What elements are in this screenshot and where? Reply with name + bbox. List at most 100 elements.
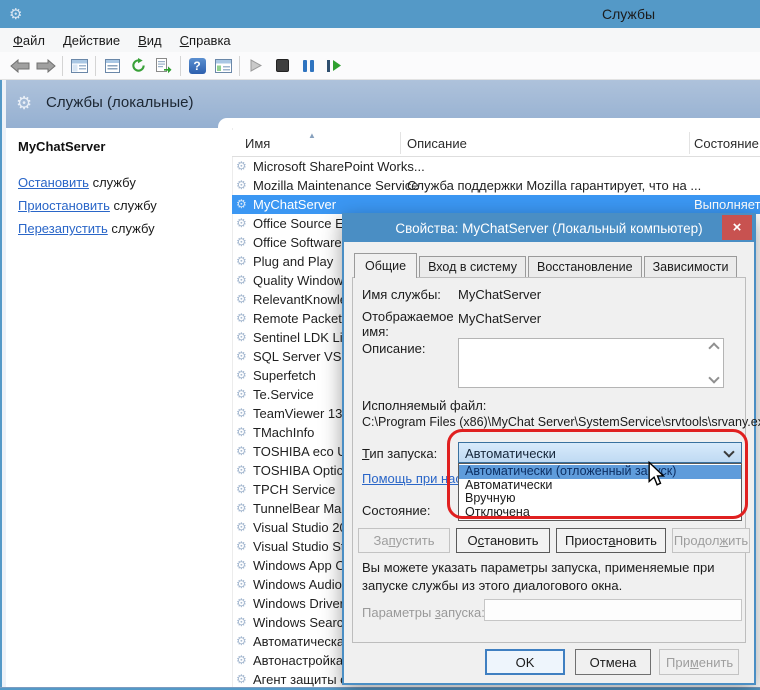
- service-control-button[interactable]: Продолжить: [672, 528, 750, 553]
- extended-view-icon[interactable]: [210, 54, 236, 78]
- service-gear-icon: ⚙: [236, 368, 247, 382]
- dialog-tab[interactable]: Зависимости: [644, 256, 738, 277]
- menu-item[interactable]: Файл: [4, 29, 54, 52]
- dialog-tab[interactable]: Общие: [354, 253, 417, 278]
- service-gear-icon: ⚙: [236, 444, 247, 458]
- menu-item[interactable]: Справка: [171, 29, 240, 52]
- pause-service-icon[interactable]: [295, 54, 321, 78]
- service-name: TMachInfo: [253, 425, 314, 440]
- startup-help-link[interactable]: Помощь при нас: [362, 471, 462, 486]
- cancel-button[interactable]: Отмена: [575, 649, 651, 675]
- services-app-icon: ⚙: [9, 5, 22, 23]
- menu-item[interactable]: Действие: [54, 29, 129, 52]
- params-label: Параметры запуска:: [362, 605, 485, 620]
- service-action-suffix: службу: [89, 175, 136, 190]
- service-name: Windows Audio: [253, 577, 342, 592]
- apply-button[interactable]: Применить: [659, 649, 739, 675]
- dialog-titlebar: Свойства: MyChatServer (Локальный компью…: [344, 215, 754, 242]
- show-tree-icon[interactable]: [66, 54, 92, 78]
- service-action-link[interactable]: Перезапустить: [18, 221, 108, 236]
- description-label: Описание:: [362, 341, 425, 356]
- service-name: Plug and Play: [253, 254, 333, 269]
- service-gear-icon: ⚙: [236, 558, 247, 572]
- close-icon[interactable]: ×: [722, 215, 752, 240]
- properties-icon[interactable]: [99, 54, 125, 78]
- back-icon[interactable]: [7, 54, 33, 78]
- service-gear-icon: ⚙: [236, 463, 247, 477]
- dropdown-option[interactable]: Отключена: [459, 506, 741, 520]
- properties-dialog: Свойства: MyChatServer (Локальный компью…: [342, 213, 756, 685]
- service-row[interactable]: ⚙Microsoft SharePoint Works...: [232, 157, 760, 176]
- service-gear-icon: ⚙: [236, 425, 247, 439]
- service-name: Superfetch: [253, 368, 316, 383]
- column-separator[interactable]: [400, 132, 401, 154]
- service-name: Windows App Cer: [253, 558, 356, 573]
- column-header-state[interactable]: Состояние: [694, 136, 759, 151]
- service-control-button[interactable]: Приостановить: [556, 528, 666, 553]
- service-gear-icon: ⚙: [236, 539, 247, 553]
- service-gear-icon: ⚙: [236, 216, 247, 230]
- service-name: TPCH Service: [253, 482, 335, 497]
- stop-service-icon[interactable]: [269, 54, 295, 78]
- executable-label: Исполняемый файл:: [362, 398, 486, 413]
- banner-title: Службы (локальные): [46, 94, 193, 111]
- dialog-tab[interactable]: Восстановление: [528, 256, 642, 277]
- column-separator[interactable]: [689, 132, 690, 154]
- chevron-down-icon: [723, 446, 734, 457]
- service-button-row: ЗапуститьОстановитьПриостановитьПродолжи…: [358, 528, 750, 553]
- selected-service-name: MyChatServer: [18, 139, 105, 154]
- dialog-tab[interactable]: Вход в систему: [419, 256, 526, 277]
- service-name: Microsoft SharePoint Works...: [253, 159, 425, 174]
- service-gear-icon: ⚙: [236, 406, 247, 420]
- service-gear-icon: ⚙: [236, 254, 247, 268]
- services-gear-icon: ⚙: [16, 93, 32, 114]
- service-control-button[interactable]: Остановить: [456, 528, 550, 553]
- services-window: ⚙ Службы ФайлДействиеВидСправка ?: [0, 0, 760, 690]
- tab-bar: ОбщиеВход в системуВосстановлениеЗависим…: [354, 254, 739, 277]
- startup-type-dropdown: Автоматически (отложенный запуск)Автомат…: [458, 463, 742, 521]
- service-action-link[interactable]: Остановить: [18, 175, 89, 190]
- display-name-label-2: имя:: [362, 324, 389, 339]
- description-textarea[interactable]: [458, 338, 724, 388]
- display-name-value: MyChatServer: [458, 311, 541, 326]
- service-row[interactable]: ⚙Mozilla Maintenance ServiceСлужба подде…: [232, 176, 760, 195]
- service-gear-icon: ⚙: [236, 501, 247, 515]
- service-action-link[interactable]: Приостановить: [18, 198, 110, 213]
- dropdown-option[interactable]: Автоматически (отложенный запуск): [459, 465, 741, 479]
- toolbar-separator: [180, 56, 181, 76]
- service-gear-icon: ⚙: [236, 596, 247, 610]
- service-name: TunnelBear Maint: [253, 501, 355, 516]
- forward-icon[interactable]: [33, 54, 59, 78]
- params-input[interactable]: [484, 599, 742, 621]
- scroll-up-icon[interactable]: [708, 342, 719, 353]
- refresh-icon[interactable]: [125, 54, 151, 78]
- export-list-icon[interactable]: [151, 54, 177, 78]
- startup-type-combobox[interactable]: Автоматически: [458, 442, 742, 463]
- sort-ascending-icon: ▲: [308, 131, 316, 140]
- ok-button[interactable]: OK: [485, 649, 565, 675]
- service-row[interactable]: ⚙MyChatServerВыполняется: [232, 195, 760, 214]
- menu-bar: ФайлДействиеВидСправка: [0, 28, 760, 52]
- service-name: MyChatServer: [253, 197, 336, 212]
- dropdown-option[interactable]: Автоматически: [459, 479, 741, 493]
- scroll-down-icon[interactable]: [708, 372, 719, 383]
- service-action-row: Перезапустить службу: [18, 221, 157, 236]
- service-name: TeamViewer 13: [253, 406, 342, 421]
- state-label: Состояние:: [362, 503, 430, 518]
- display-name-label: Отображаемое: [362, 309, 454, 324]
- service-gear-icon: ⚙: [236, 349, 247, 363]
- service-control-button[interactable]: Запустить: [358, 528, 450, 553]
- start-service-icon[interactable]: [243, 54, 269, 78]
- column-header-description[interactable]: Описание: [407, 136, 467, 151]
- help-icon[interactable]: ?: [184, 54, 210, 78]
- menu-item[interactable]: Вид: [129, 29, 171, 52]
- restart-service-icon[interactable]: [321, 54, 347, 78]
- service-gear-icon: ⚙: [236, 292, 247, 306]
- toolbar-separator: [95, 56, 96, 76]
- column-header-name[interactable]: Имя: [245, 136, 270, 151]
- service-name: Windows Search: [253, 615, 351, 630]
- service-action-row: Приостановить службу: [18, 198, 157, 213]
- dropdown-option[interactable]: Вручную: [459, 492, 741, 506]
- service-gear-icon: ⚙: [236, 330, 247, 344]
- toolbar-separator: [62, 56, 63, 76]
